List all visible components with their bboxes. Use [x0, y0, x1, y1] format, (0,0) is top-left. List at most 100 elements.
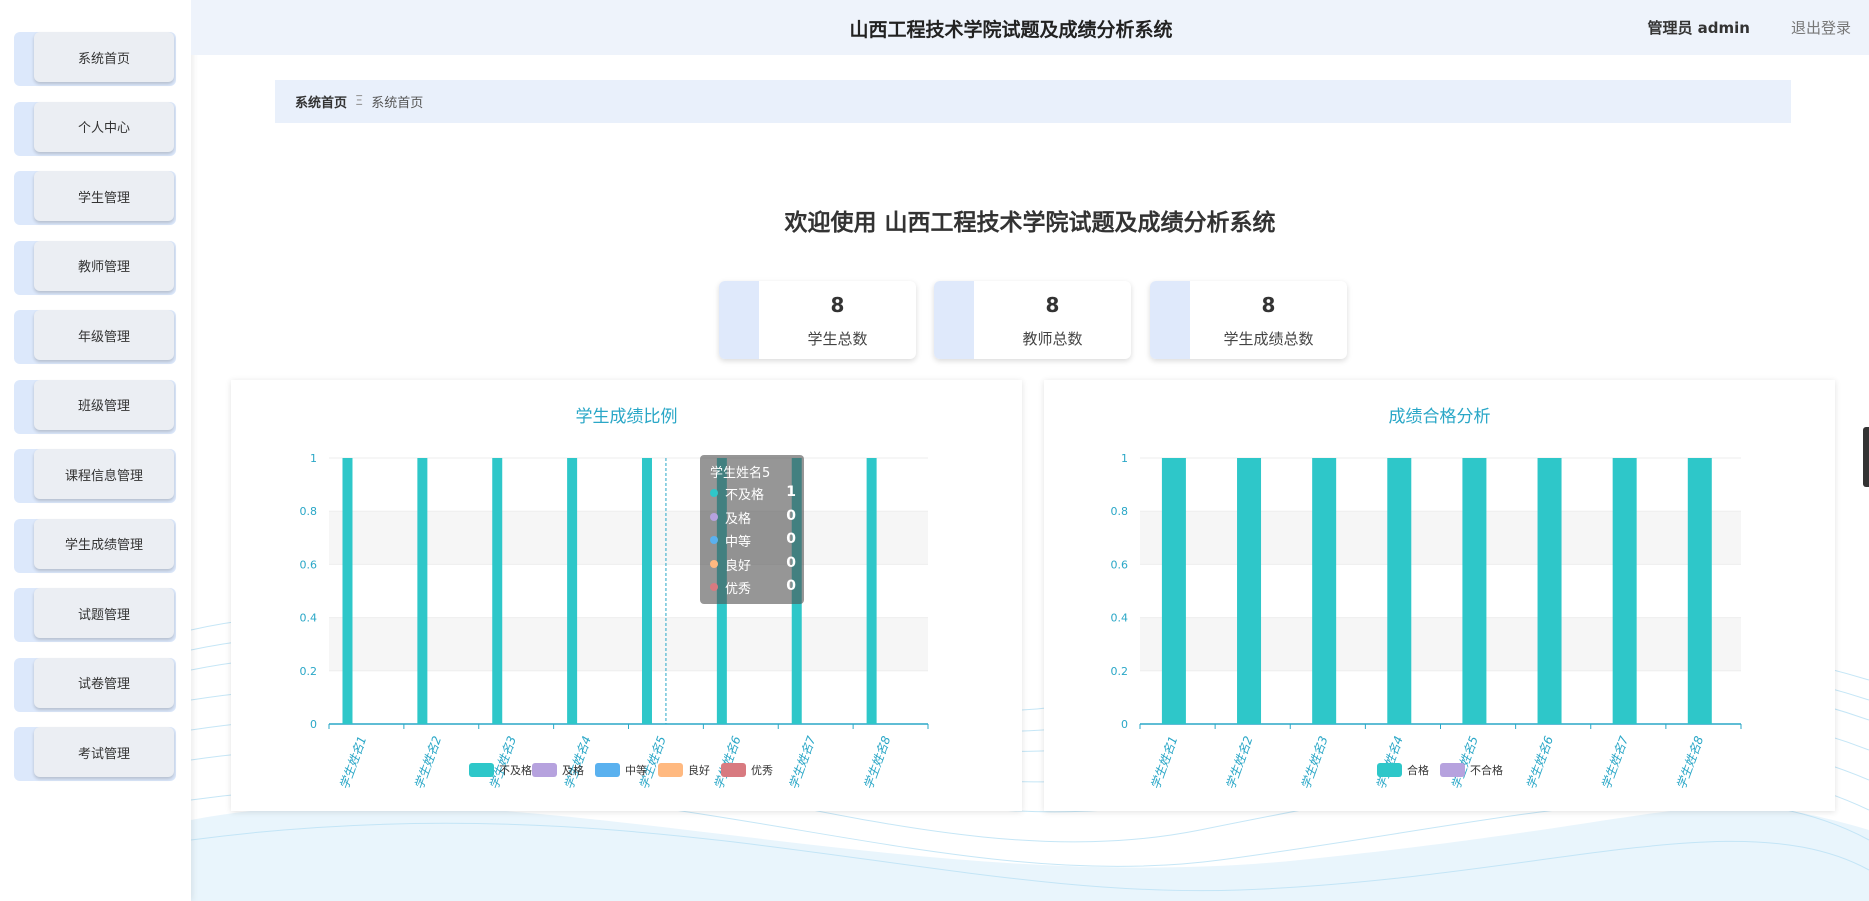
y-tick-label: 0: [310, 718, 317, 731]
sidebar-item-label: 年级管理: [34, 310, 174, 360]
breadcrumb-separator-icon: Ξ: [355, 94, 364, 109]
sidebar-item[interactable]: 系统首页: [14, 32, 176, 86]
x-tick-label: 学生姓名4: [562, 734, 594, 791]
sidebar-item-label: 学生管理: [34, 171, 174, 221]
tooltip-series-value: 0: [786, 554, 796, 571]
tooltip-series-value: 0: [786, 507, 796, 524]
sidebar-item[interactable]: 个人中心: [14, 101, 176, 156]
tooltip-series-name: 及格: [725, 511, 752, 527]
bar: [1237, 458, 1262, 724]
sidebar-item-label: 试卷管理: [34, 657, 174, 708]
grid-band: [1140, 511, 1741, 565]
sidebar-item[interactable]: 试卷管理: [14, 657, 176, 712]
stat-label: 学生总数: [807, 330, 868, 348]
tooltip-series-dot: [710, 512, 718, 521]
scrollbar-handle[interactable]: [1863, 427, 1869, 487]
app-title: 山西工程技术学院试题及成绩分析系统: [849, 19, 1173, 41]
top-header: 山西工程技术学院试题及成绩分析系统 管理员 admin 退出登录: [191, 0, 1869, 55]
x-tick-label: 学生姓名8: [861, 734, 893, 791]
legend-label: 中等: [625, 763, 647, 777]
chart-score-ratio[interactable]: 0 0.2 0.4 0.6 0.8 1 学生姓名1 学生姓名2 学生姓名3 学生姓名4 学生姓名5 学…: [231, 380, 1022, 811]
stat-card-accent: [934, 281, 974, 359]
sidebar-item[interactable]: 学生管理: [14, 171, 176, 225]
legend-label: 良好: [688, 763, 710, 777]
bar: [492, 458, 503, 724]
x-tick-label: 学生姓名7: [786, 734, 818, 791]
stat-card-accent: [1150, 281, 1190, 359]
bar: [1161, 458, 1186, 724]
breadcrumb-home-link[interactable]: 系统首页: [295, 92, 347, 111]
sidebar-item-label: 课程信息管理: [34, 449, 174, 499]
tooltip-row: 不及格 1: [710, 484, 796, 503]
sidebar-item[interactable]: 学生成绩管理: [14, 518, 176, 573]
x-tick-label: 学生姓名3: [1298, 734, 1330, 791]
tooltip-series-name: 中等: [725, 535, 752, 550]
x-tick-label: 学生姓名2: [1223, 734, 1255, 791]
legend-swatch: [1377, 763, 1402, 777]
tooltip-series-name: 优秀: [725, 582, 752, 597]
sidebar-item-label: 学生成绩管理: [34, 518, 174, 569]
tooltip-series-dot: [710, 489, 718, 497]
stat-card-scores: 8 学生成绩总数: [1150, 281, 1347, 359]
tooltip-row: 良好 0: [710, 554, 796, 574]
stat-card-accent: [719, 281, 759, 359]
sidebar-item-label: 试题管理: [34, 588, 174, 638]
breadcrumb: 系统首页 Ξ 系统首页: [275, 80, 1791, 123]
x-tick-label: 学生姓名4: [1374, 734, 1406, 791]
chart-panel-score-ratio: 学生成绩比例 0 0.2 0.4 0.6 0.8 1 学生姓名1 学生姓名2 学生姓名3 学生姓名…: [231, 380, 1022, 811]
legend-label: 优秀: [751, 764, 773, 777]
tooltip-title: 学生姓名5: [710, 466, 771, 481]
bar: [1687, 458, 1712, 724]
logout-link[interactable]: 退出登录: [1791, 17, 1851, 38]
tooltip-series-value: 0: [786, 531, 796, 547]
x-tick-label: 学生姓名1: [1148, 734, 1180, 791]
sidebar-item[interactable]: 班级管理: [14, 379, 176, 434]
tooltip-series-name: 不及格: [725, 488, 765, 503]
y-tick-label: 1: [310, 452, 317, 465]
sidebar-item[interactable]: 课程信息管理: [14, 449, 176, 503]
tooltip-series-name: 良好: [725, 558, 752, 574]
y-tick-label: 0.2: [300, 665, 318, 678]
stat-value: 8: [1261, 293, 1276, 317]
stat-label: 学生成绩总数: [1223, 330, 1314, 348]
welcome-heading: 欢迎使用 山西工程技术学院试题及成绩分析系统: [784, 210, 1276, 236]
grid-band: [1140, 617, 1741, 671]
bar: [641, 458, 652, 724]
sidebar-item-label: 个人中心: [34, 101, 174, 152]
legend-label: 不及格: [499, 763, 532, 777]
legend-swatch: [595, 763, 620, 777]
sidebar-item-label: 班级管理: [34, 379, 174, 430]
x-tick-label: 学生姓名5: [1449, 734, 1481, 791]
breadcrumb-current: 系统首页: [371, 96, 424, 111]
sidebar-item[interactable]: 考试管理: [14, 727, 176, 781]
bar: [342, 458, 353, 724]
y-tick-label: 1: [1121, 452, 1128, 465]
stat-value: 8: [830, 293, 845, 317]
y-tick-label: 0: [1121, 718, 1128, 731]
stat-value: 8: [1045, 293, 1060, 317]
y-tick-label: 0.6: [1111, 558, 1129, 571]
sidebar-item[interactable]: 试题管理: [14, 588, 176, 642]
tooltip-series-dot: [710, 583, 718, 591]
y-tick-label: 0.6: [300, 558, 318, 571]
x-tick-label: 学生姓名7: [1599, 734, 1631, 791]
bar: [1387, 458, 1412, 724]
legend-swatch: [469, 763, 494, 777]
sidebar-item-label: 考试管理: [34, 727, 174, 777]
x-tick-label: 学生姓名8: [1674, 734, 1706, 791]
chart-panel-pass-analysis: 成绩合格分析 0 0.2 0.4 0.6 0.8 1 学生姓名1 学生姓名2 学生姓名3 学生姓名…: [1044, 380, 1835, 811]
bar: [1612, 458, 1637, 724]
bar: [1312, 458, 1337, 724]
x-tick-label: 学生姓名1: [337, 734, 369, 791]
stat-card-teachers: 8 教师总数: [934, 281, 1131, 359]
sidebar-item[interactable]: 教师管理: [14, 240, 176, 295]
sidebar-item[interactable]: 年级管理: [14, 310, 176, 364]
x-tick-label: 学生姓名5: [637, 734, 669, 791]
legend-label: 合格: [1407, 763, 1429, 777]
tooltip-row: 中等 0: [710, 531, 796, 550]
y-tick-label: 0.2: [1111, 665, 1129, 678]
chart-pass-analysis[interactable]: 0 0.2 0.4 0.6 0.8 1 学生姓名1 学生姓名2 学生姓名3 学生姓名4 学生姓名5 学…: [1044, 380, 1835, 811]
tooltip-series-dot: [710, 559, 718, 568]
tooltip-series-value: 0: [786, 578, 796, 594]
tooltip-series-value: 1: [786, 484, 796, 500]
